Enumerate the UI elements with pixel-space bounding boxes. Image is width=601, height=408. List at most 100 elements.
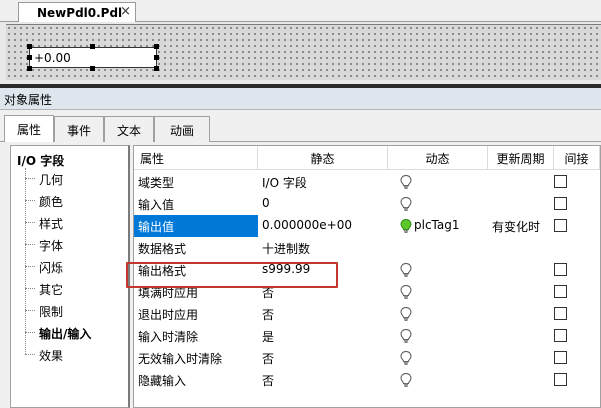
property-dynamic-cell[interactable]	[388, 347, 488, 369]
document-tab-title: NewPdl0.Pdl	[37, 6, 123, 20]
column-header-static[interactable]: 静态	[258, 146, 388, 170]
indirect-checkbox[interactable]	[554, 197, 567, 210]
indirect-checkbox[interactable]	[554, 329, 567, 342]
property-name[interactable]: 输入值	[134, 193, 258, 215]
selection-handle[interactable]	[90, 66, 95, 71]
bulb-icon[interactable]	[398, 196, 414, 212]
indirect-checkbox[interactable]	[554, 263, 567, 276]
indirect-checkbox[interactable]	[554, 219, 567, 232]
indirect-checkbox[interactable]	[554, 285, 567, 298]
panel-title: 对象属性	[0, 88, 601, 110]
property-static-value[interactable]: 否	[258, 369, 388, 391]
indirect-checkbox[interactable]	[554, 351, 567, 364]
tree-item-font[interactable]: 字体	[25, 234, 125, 256]
property-static-value[interactable]: 否	[258, 347, 388, 369]
tree-root[interactable]: I/O 字段	[17, 152, 64, 169]
property-dynamic-cell[interactable]	[388, 193, 488, 215]
property-row[interactable]: 域类型 I/O 字段	[134, 171, 600, 193]
tab-animation[interactable]: 动画	[154, 116, 210, 142]
selection-handle[interactable]	[27, 66, 32, 71]
column-header-dynamic[interactable]: 动态	[388, 146, 488, 170]
property-row[interactable]: 数据格式 十进制数	[134, 237, 600, 259]
property-update-cycle[interactable]: 有变化时	[488, 215, 554, 237]
property-update-cycle[interactable]	[488, 325, 554, 347]
property-update-cycle[interactable]	[488, 259, 554, 281]
bulb-on-icon[interactable]	[398, 218, 414, 234]
property-dynamic-cell[interactable]	[388, 171, 488, 193]
property-category-tree: I/O 字段 几何 颜色 样式 字体 闪烁 其它 限制 输出/输入 效果	[10, 145, 130, 408]
selection-handle[interactable]	[90, 44, 95, 49]
bulb-icon[interactable]	[398, 328, 414, 344]
io-field-object[interactable]: +0.00	[29, 47, 157, 68]
property-row[interactable]: 输出值 0.000000e+00 plcTag1 有变化时	[134, 215, 600, 237]
document-tab-strip: NewPdl0.Pdl ×	[0, 0, 601, 23]
tree-item-color[interactable]: 颜色	[25, 190, 125, 212]
property-static-value[interactable]: 十进制数	[258, 237, 388, 259]
tree-item-misc[interactable]: 其它	[25, 278, 125, 300]
property-indirect-cell	[554, 369, 600, 391]
tree-item-effects[interactable]: 效果	[25, 344, 125, 366]
property-name[interactable]: 退出时应用	[134, 303, 258, 325]
selection-handle[interactable]	[154, 44, 159, 49]
property-static-value[interactable]: 0	[258, 193, 388, 215]
tree-item-geometry[interactable]: 几何	[25, 168, 125, 190]
close-icon[interactable]: ×	[120, 4, 131, 19]
bulb-icon[interactable]	[398, 262, 414, 278]
property-dynamic-cell[interactable]	[388, 259, 488, 281]
tree-item-limits[interactable]: 限制	[25, 300, 125, 322]
property-update-cycle[interactable]	[488, 237, 554, 259]
indirect-checkbox[interactable]	[554, 373, 567, 386]
property-tabs: 属性 事件 文本 动画	[0, 110, 601, 142]
bulb-icon[interactable]	[398, 306, 414, 322]
property-dynamic-cell[interactable]	[388, 325, 488, 347]
bulb-icon[interactable]	[398, 284, 414, 300]
tab-properties[interactable]: 属性	[4, 115, 54, 142]
property-name[interactable]: 输入时清除	[134, 325, 258, 347]
tab-events[interactable]: 事件	[54, 116, 104, 142]
property-dynamic-cell[interactable]	[388, 237, 488, 259]
property-update-cycle[interactable]	[488, 171, 554, 193]
property-name[interactable]: 无效输入时清除	[134, 347, 258, 369]
property-update-cycle[interactable]	[488, 347, 554, 369]
tree-item-output-input[interactable]: 输出/输入	[25, 322, 125, 344]
property-dynamic-cell[interactable]: plcTag1	[388, 215, 488, 237]
property-row[interactable]: 输入值 0	[134, 193, 600, 215]
column-header-indirect[interactable]: 间接	[554, 146, 600, 170]
column-header-name[interactable]: 属性	[134, 146, 258, 170]
property-update-cycle[interactable]	[488, 303, 554, 325]
selection-handle[interactable]	[27, 55, 32, 60]
selection-handle[interactable]	[154, 55, 159, 60]
document-tab[interactable]: NewPdl0.Pdl ×	[18, 2, 136, 23]
tree-item-style[interactable]: 样式	[25, 212, 125, 234]
property-row[interactable]: 隐藏输入否	[134, 369, 600, 391]
property-update-cycle[interactable]	[488, 193, 554, 215]
property-row[interactable]: 输入时清除是	[134, 325, 600, 347]
property-name[interactable]: 域类型	[134, 171, 258, 193]
property-static-value[interactable]: 0.000000e+00	[258, 215, 388, 237]
property-indirect-cell	[554, 171, 600, 193]
property-dynamic-cell[interactable]	[388, 369, 488, 391]
selection-handle[interactable]	[27, 44, 32, 49]
property-dynamic-cell[interactable]	[388, 281, 488, 303]
property-update-cycle[interactable]	[488, 281, 554, 303]
indirect-checkbox[interactable]	[554, 307, 567, 320]
property-name[interactable]: 输出值	[134, 215, 258, 237]
property-static-value[interactable]: 否	[258, 303, 388, 325]
property-row[interactable]: 无效输入时清除否	[134, 347, 600, 369]
design-canvas[interactable]: +0.00	[6, 24, 601, 80]
bulb-icon[interactable]	[398, 350, 414, 366]
property-update-cycle[interactable]	[488, 369, 554, 391]
property-dynamic-cell[interactable]	[388, 303, 488, 325]
column-header-cycle[interactable]: 更新周期	[488, 146, 554, 170]
property-name[interactable]: 隐藏输入	[134, 369, 258, 391]
bulb-icon[interactable]	[398, 174, 414, 190]
property-static-value[interactable]: 是	[258, 325, 388, 347]
property-name[interactable]: 数据格式	[134, 237, 258, 259]
selection-handle[interactable]	[154, 66, 159, 71]
tree-item-flashing[interactable]: 闪烁	[25, 256, 125, 278]
tab-text[interactable]: 文本	[104, 116, 154, 142]
property-static-value[interactable]: I/O 字段	[258, 171, 388, 193]
indirect-checkbox[interactable]	[554, 175, 567, 188]
bulb-icon[interactable]	[398, 372, 414, 388]
property-row[interactable]: 退出时应用否	[134, 303, 600, 325]
